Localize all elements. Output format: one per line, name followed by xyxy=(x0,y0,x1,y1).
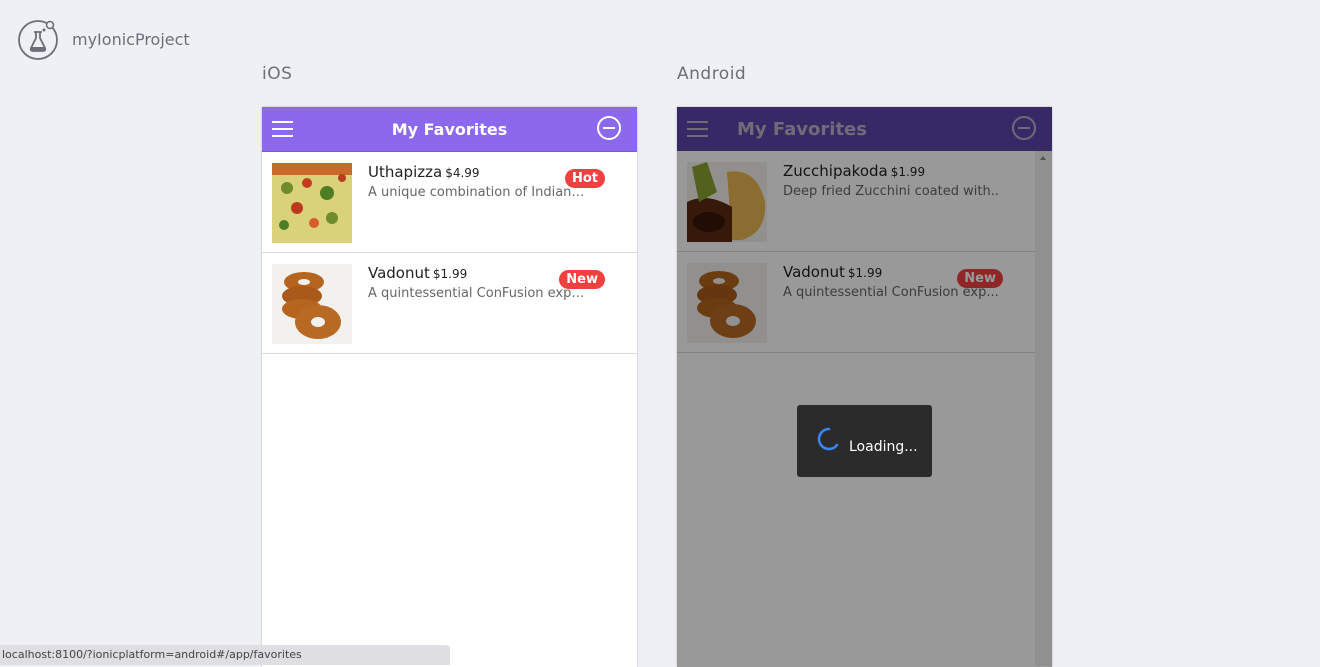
item-description: A unique combination of Indian U... xyxy=(368,185,588,200)
app-title: myIonicProject xyxy=(72,29,190,49)
ios-toolbar-title: My Favorites xyxy=(391,119,508,139)
vadonut-image xyxy=(272,264,352,344)
hamburger-icon[interactable] xyxy=(272,121,293,137)
status-bar-url: localhost:8100/?ionicplatform=android#/a… xyxy=(0,645,450,665)
uthapizza-image xyxy=(272,163,352,243)
item-price: $1.99 xyxy=(432,267,468,281)
remove-circle-icon[interactable] xyxy=(597,116,621,140)
app-header: myIonicProject xyxy=(18,18,190,60)
item-name: Uthapizza $4.99 xyxy=(368,163,480,181)
android-platform-label: Android xyxy=(677,64,747,84)
new-badge: New xyxy=(559,270,605,289)
item-price: $4.99 xyxy=(445,166,480,180)
loading-indicator: Loading... xyxy=(797,405,932,477)
spinner-icon xyxy=(817,427,839,451)
item-description: A quintessential ConFusion expen... xyxy=(368,286,588,301)
list-item[interactable]: Uthapizza $4.99 A unique combination of I… xyxy=(262,152,637,253)
ios-platform-label: iOS xyxy=(262,64,293,84)
item-name: Vadonut $1.99 xyxy=(368,264,468,282)
ios-toolbar: My Favorites xyxy=(262,107,637,152)
ios-device-preview: My Favorites Uthapizza $4.99 A unique com… xyxy=(262,107,637,667)
loading-backdrop xyxy=(677,107,1052,667)
ionic-flask-icon[interactable] xyxy=(18,18,60,60)
loading-text: Loading... xyxy=(849,439,918,455)
hot-badge: Hot xyxy=(564,169,605,188)
android-device-preview: My Favorites Zucchipakoda $1.99 Deep frie… xyxy=(677,107,1052,667)
list-item[interactable]: Vadonut $1.99 A quintessential ConFusion … xyxy=(262,253,637,354)
